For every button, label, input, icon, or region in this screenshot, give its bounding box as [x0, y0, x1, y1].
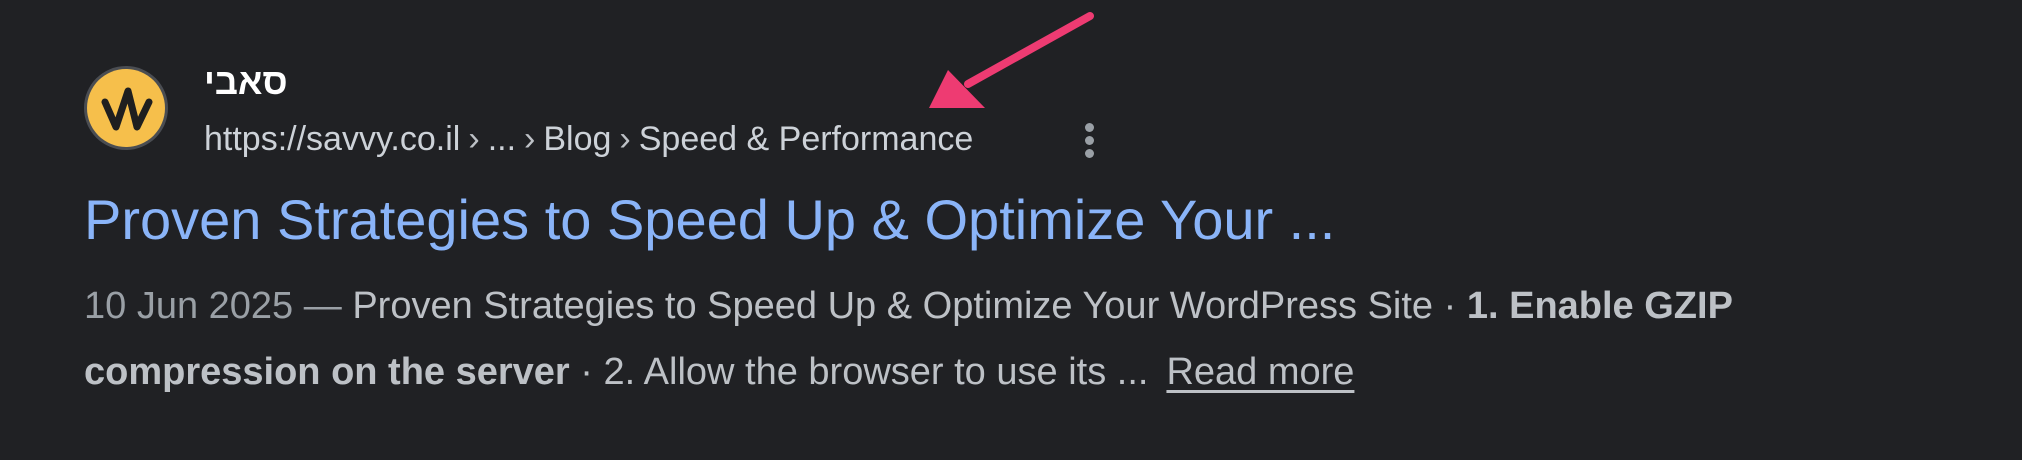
snippet-dot: · [580, 351, 593, 393]
snippet-date: 10 Jun 2025 [84, 285, 294, 327]
vertical-dots-icon [1084, 135, 1094, 145]
snippet-dot: · [1443, 285, 1457, 327]
more-options-button[interactable] [1072, 116, 1106, 164]
result-title-link[interactable]: Proven Strategies to Speed Up & Optimize… [84, 188, 1335, 252]
breadcrumb[interactable]: https://savvy.co.il ›... › Blog › Speed & Per… [204, 116, 973, 162]
snippet-text: Proven Strategies to Speed Up & Optimize… [352, 285, 1434, 327]
breadcrumb-separator: › [524, 120, 536, 158]
search-result: סאבי https://savvy.co.il ›... › Blog › Speed … [0, 0, 2022, 460]
vertical-dots-icon [1084, 148, 1094, 158]
breadcrumb-item-blog: Blog [543, 120, 612, 158]
result-snippet: 10 Jun 2025 — Proven Strategies to Speed… [84, 273, 1944, 405]
breadcrumb-separator: › [619, 120, 631, 158]
favicon[interactable] [84, 66, 168, 150]
breadcrumb-item-ellipsis: ... [487, 120, 517, 158]
read-more-link[interactable]: Read more [1166, 351, 1354, 393]
snippet-dash: — [303, 285, 342, 327]
breadcrumb-item-speed-performance: Speed & Performance [638, 120, 974, 158]
breadcrumb-url: https://savvy.co.il [204, 120, 461, 158]
vertical-dots-icon [1084, 122, 1094, 132]
site-name[interactable]: סאבי [204, 58, 288, 106]
breadcrumb-separator: › [468, 120, 480, 158]
savvy-logo-icon [87, 69, 165, 147]
snippet-text: 2. Allow the browser to use its ... [603, 351, 1149, 393]
